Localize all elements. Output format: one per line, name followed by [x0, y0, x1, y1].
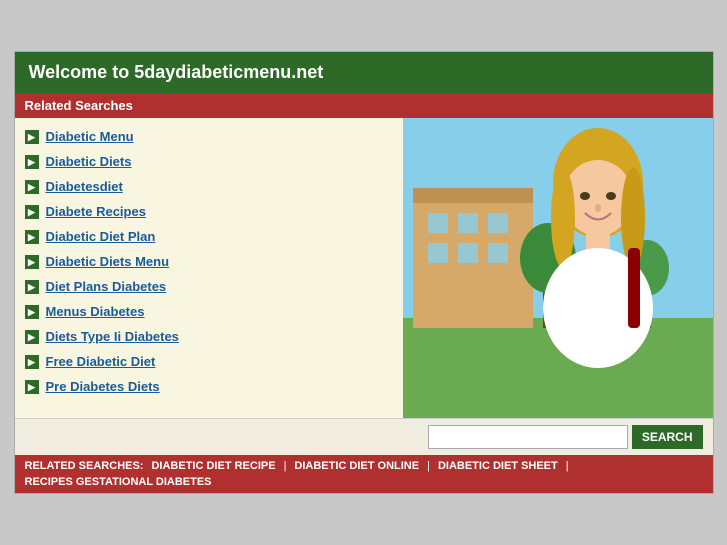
- header-title: Welcome to 5daydiabeticmenu.net: [29, 62, 324, 82]
- search-input[interactable]: [428, 425, 628, 449]
- link-text: Diabetic Diets: [46, 154, 132, 169]
- header-bar: Welcome to 5daydiabeticmenu.net: [15, 52, 713, 93]
- bottom-link-item[interactable]: DIABETIC DIET RECIPE: [151, 460, 275, 472]
- link-text: Diabetesdiet: [46, 179, 123, 194]
- hero-photo: [403, 118, 713, 418]
- bottom-link-item[interactable]: DIABETIC DIET SHEET: [438, 460, 558, 472]
- link-item[interactable]: ▶ Menus Diabetes: [15, 299, 403, 324]
- arrow-icon: ▶: [25, 230, 39, 244]
- separator: |: [427, 460, 430, 472]
- link-text: Diets Type Ii Diabetes: [46, 329, 179, 344]
- related-searches-bar: Related Searches: [15, 93, 713, 118]
- right-panel: [403, 118, 713, 418]
- arrow-icon: ▶: [25, 180, 39, 194]
- bottom-link-item[interactable]: RECIPES GESTATIONAL DIABETES: [25, 476, 212, 488]
- link-text: Diabetic Diets Menu: [46, 254, 170, 269]
- link-item[interactable]: ▶ Diabetic Diet Plan: [15, 224, 403, 249]
- arrow-icon: ▶: [25, 155, 39, 169]
- bottom-bar-label: RELATED SEARCHES:: [25, 460, 144, 472]
- main-content: ▶ Diabetic Menu ▶ Diabetic Diets ▶ Diabetesdi…: [15, 118, 713, 418]
- link-item[interactable]: ▶ Diet Plans Diabetes: [15, 274, 403, 299]
- link-text: Diet Plans Diabetes: [46, 279, 167, 294]
- search-bar-row: SEARCH: [15, 418, 713, 455]
- search-button[interactable]: SEARCH: [632, 425, 703, 449]
- separator: |: [566, 460, 569, 472]
- link-text: Menus Diabetes: [46, 304, 145, 319]
- link-item[interactable]: ▶ Diabetesdiet: [15, 174, 403, 199]
- arrow-icon: ▶: [25, 280, 39, 294]
- arrow-icon: ▶: [25, 355, 39, 369]
- arrow-icon: ▶: [25, 205, 39, 219]
- link-text: Free Diabetic Diet: [46, 354, 156, 369]
- link-text: Diabete Recipes: [46, 204, 146, 219]
- link-item[interactable]: ▶ Diabetic Menu: [15, 124, 403, 149]
- link-item[interactable]: ▶ Diets Type Ii Diabetes: [15, 324, 403, 349]
- link-text: Diabetic Menu: [46, 129, 134, 144]
- link-item[interactable]: ▶ Free Diabetic Diet: [15, 349, 403, 374]
- link-item[interactable]: ▶ Diabetic Diets: [15, 149, 403, 174]
- related-searches-label: Related Searches: [25, 98, 133, 113]
- arrow-icon: ▶: [25, 380, 39, 394]
- arrow-icon: ▶: [25, 255, 39, 269]
- link-item[interactable]: ▶ Pre Diabetes Diets: [15, 374, 403, 399]
- link-item[interactable]: ▶ Diabete Recipes: [15, 199, 403, 224]
- link-text: Diabetic Diet Plan: [46, 229, 156, 244]
- left-panel: ▶ Diabetic Menu ▶ Diabetic Diets ▶ Diabetesdi…: [15, 118, 403, 418]
- separator: |: [284, 460, 287, 472]
- arrow-icon: ▶: [25, 305, 39, 319]
- bottom-bar: RELATED SEARCHES: DIABETIC DIET RECIPE | D…: [15, 455, 713, 493]
- link-item[interactable]: ▶ Diabetic Diets Menu: [15, 249, 403, 274]
- link-text: Pre Diabetes Diets: [46, 379, 160, 394]
- bottom-link-item[interactable]: DIABETIC DIET ONLINE: [294, 460, 419, 472]
- arrow-icon: ▶: [25, 330, 39, 344]
- arrow-icon: ▶: [25, 130, 39, 144]
